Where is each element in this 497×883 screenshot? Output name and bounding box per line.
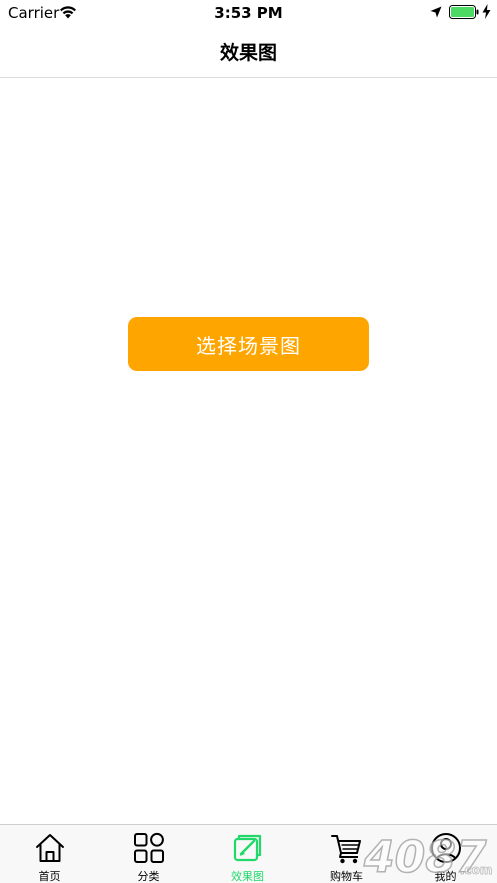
tab-category[interactable]: 分类: [99, 825, 198, 883]
location-icon: [430, 6, 442, 18]
charging-icon: [482, 4, 491, 19]
clock: 3:53 PM: [214, 4, 283, 22]
watermark-suffix: .com: [460, 863, 492, 877]
status-bar: Carrier 3:53 PM: [0, 0, 497, 26]
choose-scene-button[interactable]: 选择场景图: [128, 317, 369, 371]
tab-renderings[interactable]: 效果图: [198, 825, 297, 883]
grid-icon: [133, 832, 164, 863]
cart-icon: [330, 835, 361, 864]
tab-label: 效果图: [231, 870, 264, 883]
battery-icon: [449, 5, 479, 19]
watermark-logo: 4087 .com: [362, 831, 493, 880]
navigation-bar: 效果图: [0, 26, 497, 78]
tab-home[interactable]: 首页: [0, 825, 99, 883]
screen: Carrier 3:53 PM 效果图 选择场景图 首页 分类 效果图 购物车 …: [0, 0, 497, 883]
tab-label: 首页: [38, 870, 61, 883]
tab-label: 分类: [137, 870, 160, 883]
design-icon: [233, 834, 261, 862]
home-icon: [35, 834, 64, 862]
page-title: 效果图: [219, 42, 277, 64]
